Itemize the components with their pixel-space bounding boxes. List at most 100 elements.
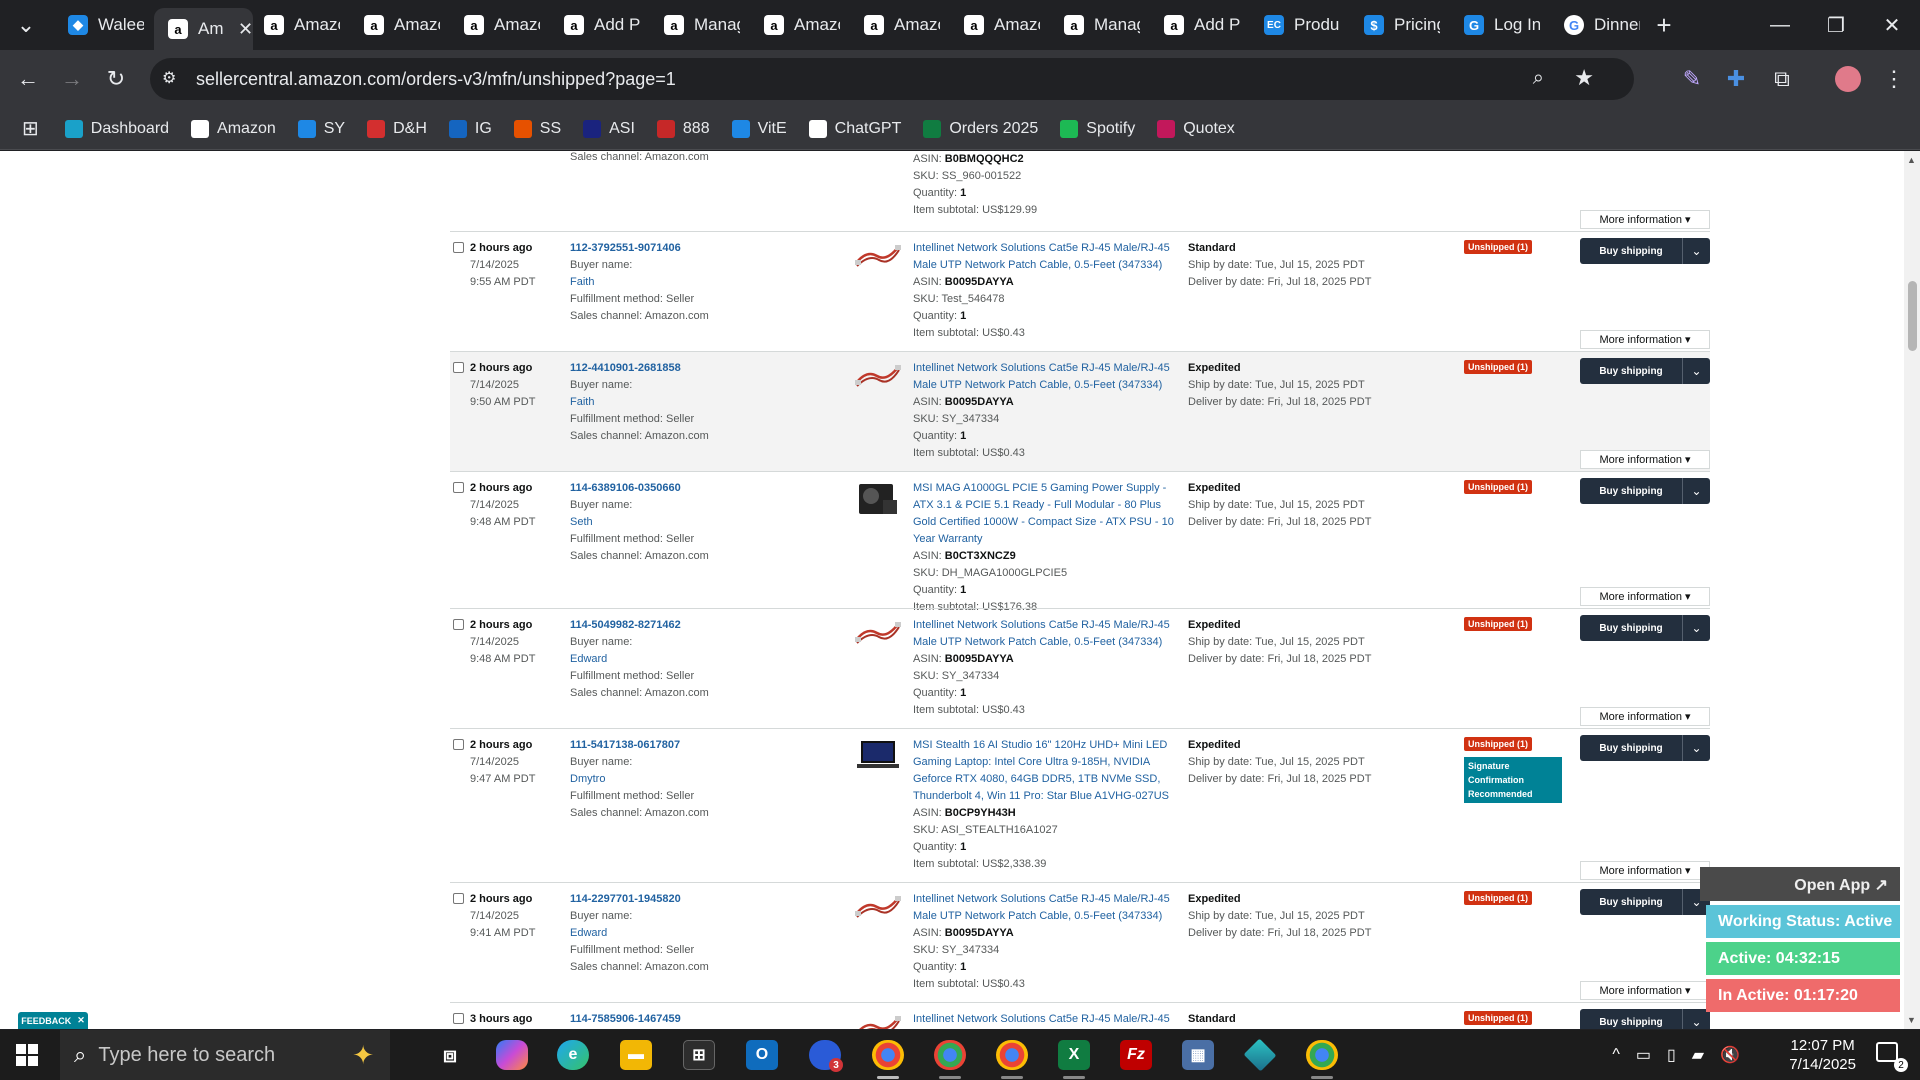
buyer-name-link[interactable]: Dmytro bbox=[570, 771, 709, 788]
buy-shipping-label[interactable]: Buy shipping bbox=[1580, 478, 1682, 504]
browser-tab[interactable]: a Am ✕ bbox=[154, 8, 254, 50]
bookmark-quotex[interactable]: Quotex bbox=[1157, 119, 1235, 138]
phone-link-icon[interactable]: ▯ bbox=[1667, 1045, 1676, 1065]
file-explorer-icon[interactable]: ▬ bbox=[620, 1040, 652, 1070]
buy-shipping-label[interactable]: Buy shipping bbox=[1580, 238, 1682, 264]
order-id-link[interactable]: 114-5049982-8271462 bbox=[570, 617, 709, 634]
order-id-link[interactable]: 112-4410901-2681858 bbox=[570, 360, 709, 377]
extension-blue-icon[interactable]: ✚ bbox=[1720, 63, 1752, 95]
bookmark-ig[interactable]: IG bbox=[448, 119, 492, 138]
bookmark-sy[interactable]: SY bbox=[297, 119, 345, 138]
windows-start-icon[interactable] bbox=[16, 1044, 38, 1066]
product-image[interactable] bbox=[855, 891, 901, 931]
browser-tab[interactable]: G Log In bbox=[1450, 8, 1540, 42]
browser-tab[interactable]: a Amazon bbox=[850, 8, 940, 42]
order-select-checkbox[interactable] bbox=[453, 482, 464, 493]
close-feedback-icon[interactable]: ✕ bbox=[77, 1015, 85, 1026]
buy-shipping-button[interactable]: Buy shipping ⌄ bbox=[1580, 358, 1710, 384]
copilot-sparkle-icon[interactable]: ✦ bbox=[352, 1040, 374, 1071]
bookmark-star-icon[interactable]: ★ bbox=[1574, 65, 1594, 91]
buy-shipping-label[interactable]: Buy shipping bbox=[1580, 358, 1682, 384]
bookmark-d-h[interactable]: D&H bbox=[367, 119, 427, 138]
show-hidden-icons[interactable]: ^ bbox=[1612, 1046, 1620, 1064]
bookmark-dashboard[interactable]: Dashboard bbox=[64, 119, 169, 138]
buy-shipping-label[interactable]: Buy shipping bbox=[1580, 615, 1682, 641]
extension-feather-icon[interactable]: ✎ bbox=[1676, 63, 1708, 95]
product-image[interactable] bbox=[855, 1011, 901, 1029]
reload-icon[interactable]: ↻ bbox=[100, 63, 132, 95]
apps-grid-icon[interactable]: ⊞ bbox=[22, 116, 39, 141]
product-title-link[interactable]: Intellinet Network Solutions Cat5e RJ-45… bbox=[913, 617, 1183, 651]
order-id-link[interactable]: 114-6389106-0350660 bbox=[570, 480, 709, 497]
chevron-down-icon[interactable]: ⌄ bbox=[1682, 615, 1710, 641]
chrome-profile-3-icon[interactable] bbox=[996, 1040, 1028, 1070]
browser-tab[interactable]: G Dinner bbox=[1550, 8, 1640, 42]
back-icon[interactable]: ← bbox=[12, 63, 44, 95]
battery-icon[interactable]: ▰ bbox=[1692, 1045, 1704, 1065]
product-image[interactable] bbox=[855, 617, 901, 657]
order-id-link[interactable]: 114-7585906-1467459 bbox=[570, 1011, 681, 1028]
order-id-link[interactable]: 111-5417138-0617807 bbox=[570, 737, 709, 754]
buy-shipping-button[interactable]: Buy shipping ⌄ bbox=[1580, 615, 1710, 641]
notification-center-icon[interactable]: 2 bbox=[1876, 1042, 1908, 1072]
order-select-checkbox[interactable] bbox=[453, 619, 464, 630]
browser-tab[interactable]: a Manage bbox=[650, 8, 740, 42]
order-select-checkbox[interactable] bbox=[453, 893, 464, 904]
bookmark-spotify[interactable]: Spotify bbox=[1060, 119, 1135, 138]
buyer-name-link[interactable]: Edward bbox=[570, 925, 709, 942]
chrome-profile-1-icon[interactable] bbox=[872, 1040, 904, 1070]
product-title-link[interactable]: Intellinet Network Solutions Cat5e RJ-45… bbox=[913, 1011, 1183, 1029]
taskbar-search[interactable]: ⌕ Type here to search ✦ bbox=[60, 1030, 390, 1080]
bookmark-ss[interactable]: SS bbox=[513, 119, 561, 138]
chevron-down-icon[interactable]: ⌄ bbox=[1682, 238, 1710, 264]
buy-shipping-label[interactable]: Buy shipping bbox=[1580, 1009, 1682, 1029]
browser-tab[interactable]: a Amazon bbox=[450, 8, 540, 42]
feedback-button[interactable]: FEEDBACK ✕ bbox=[18, 1012, 88, 1029]
browser-tab[interactable]: a Amazon bbox=[750, 8, 840, 42]
filezilla-icon[interactable]: Fz bbox=[1120, 1040, 1152, 1070]
more-information-button[interactable]: More information ▾ bbox=[1580, 707, 1710, 726]
url-text[interactable]: sellercentral.amazon.com/orders-v3/mfn/u… bbox=[196, 69, 676, 90]
bookmark-vite[interactable]: VitE bbox=[731, 119, 787, 138]
buy-shipping-label[interactable]: Buy shipping bbox=[1580, 889, 1682, 915]
copilot-icon[interactable] bbox=[496, 1040, 528, 1070]
taskbar-clock[interactable]: 12:07 PM 7/14/2025 bbox=[1789, 1036, 1856, 1074]
order-select-checkbox[interactable] bbox=[453, 1013, 464, 1024]
zoom-icon[interactable]: ⌕ bbox=[1533, 67, 1544, 90]
close-window-icon[interactable]: ✕ bbox=[1864, 0, 1920, 50]
product-title-link[interactable]: Intellinet Network Solutions Cat5e RJ-45… bbox=[913, 891, 1183, 925]
product-title-link[interactable]: Intellinet Network Solutions Cat5e RJ-45… bbox=[913, 360, 1183, 394]
buy-shipping-button[interactable]: Buy shipping ⌄ bbox=[1580, 735, 1710, 761]
browser-tab[interactable]: a Amazon bbox=[950, 8, 1040, 42]
buy-shipping-button[interactable]: Buy shipping ⌄ bbox=[1580, 889, 1710, 915]
profile-avatar[interactable] bbox=[1832, 63, 1864, 95]
browser-tab[interactable]: a Add P bbox=[550, 8, 640, 42]
page-scrollbar[interactable]: ▲ ▼ bbox=[1904, 151, 1920, 1029]
product-image[interactable] bbox=[855, 480, 901, 520]
restore-icon[interactable]: ❐ bbox=[1808, 0, 1864, 50]
browser-tab[interactable]: a Amazon bbox=[250, 8, 340, 42]
order-id-link[interactable]: 114-2297701-1945820 bbox=[570, 891, 709, 908]
bookmark-amazon[interactable]: Amazon bbox=[191, 119, 276, 138]
open-app-link[interactable]: Open App ↗ bbox=[1700, 867, 1900, 901]
buy-shipping-button[interactable]: Buy shipping ⌄ bbox=[1580, 478, 1710, 504]
volume-muted-icon[interactable]: 🔇 bbox=[1720, 1045, 1740, 1065]
more-information-button[interactable]: More information ▾ bbox=[1580, 330, 1710, 349]
store-icon[interactable]: ⊞ bbox=[683, 1040, 715, 1070]
chevron-down-icon[interactable]: ⌄ bbox=[1682, 1009, 1710, 1029]
bookmark-asi[interactable]: ASI bbox=[583, 119, 635, 138]
outlook-icon[interactable]: O bbox=[746, 1040, 778, 1070]
forward-icon[interactable]: → bbox=[56, 63, 88, 95]
excel-icon[interactable]: X bbox=[1058, 1040, 1090, 1070]
bookmark-chatgpt[interactable]: ChatGPT bbox=[808, 119, 901, 138]
order-select-checkbox[interactable] bbox=[453, 739, 464, 750]
chevron-down-icon[interactable]: ⌄ bbox=[1682, 735, 1710, 761]
scrollbar-thumb[interactable] bbox=[1908, 281, 1917, 351]
chevron-down-icon[interactable]: ⌄ bbox=[1682, 478, 1710, 504]
product-image[interactable] bbox=[855, 737, 901, 777]
calculator-icon[interactable]: ▦ bbox=[1182, 1040, 1214, 1070]
product-title-link[interactable]: MSI Stealth 16 AI Studio 16" 120Hz UHD+ … bbox=[913, 737, 1183, 805]
search-placeholder[interactable]: Type here to search bbox=[98, 1044, 275, 1067]
chrome-profile-4-icon[interactable] bbox=[1306, 1040, 1338, 1070]
buyer-name-link[interactable]: Faith bbox=[570, 274, 709, 291]
